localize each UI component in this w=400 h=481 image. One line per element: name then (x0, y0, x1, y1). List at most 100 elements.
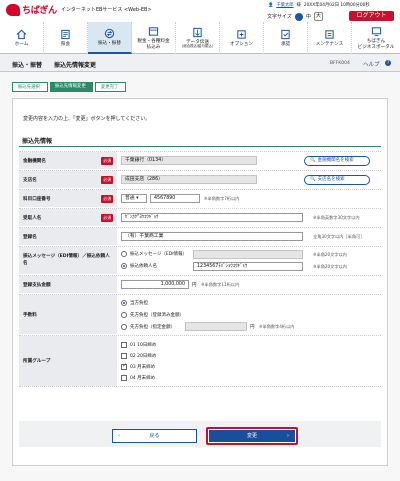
edi-label: 振込メッセージ（EDI情報）／振込依頼人名 (19, 247, 117, 274)
fee-label: 手数料 (19, 295, 117, 334)
help-icon[interactable]: ? (385, 60, 391, 66)
fee-label-text: 手数料 (23, 312, 37, 318)
step-indicator: 振込先選択 振込先情報変更 変更完了 (12, 82, 128, 92)
group-checkbox[interactable] (121, 353, 127, 359)
nav-label: 照会 (60, 41, 71, 47)
nav-data-transfer[interactable]: データ伝送 (総合振込/給与振込) (176, 22, 220, 54)
submit-button[interactable]: 変更 › (206, 427, 298, 445)
amount-input[interactable]: 1,000,000 (121, 280, 189, 289)
chevron-right-icon: › (287, 433, 289, 439)
maintenance-icon (325, 30, 334, 39)
row-fee: 手数料 当方負担 先方負担（登録済み金額） 先方負担（指定金額） 円 ※半角数字… (19, 294, 381, 334)
form-panel: 変更内容を入力の上、「変更」ボタンを押してください。 振込先情報 金融機関名 必須… (12, 98, 388, 466)
app-window: ちばぎん インターネットEBサービス <Web-EB> 👤 千葉太郎 様 20X… (0, 0, 400, 481)
step-2-current: 振込先情報変更 (49, 82, 93, 92)
nav-sublabel: (総合振込/給与振込) (182, 44, 213, 49)
recipient-label: 受取人名 必須 (19, 209, 117, 226)
row-account: 科目口座番号 必須 普通 ▾ 4567890 ※半角数字7桁以内 (19, 189, 381, 207)
branch-field: 成田支店（286） (121, 175, 257, 184)
requester-name-input[interactable]: 1234567ﾁﾊﾞｼｮｳｺｳｷﾞｮｳ (193, 262, 303, 271)
help-link[interactable]: ヘルプ (363, 60, 380, 68)
account-number-input[interactable]: 4567890 (150, 194, 200, 203)
edi-message-input (193, 250, 303, 259)
nav-inquiry[interactable]: 照会 (44, 22, 88, 54)
fee-specified-input (185, 322, 247, 331)
requester-name-label: 振込依頼人名 (130, 264, 157, 269)
row-recipient: 受取人名 必須 ｾﾞﾝｶｸ"ﾖｳｺｳｷﾞｮｳ ※半角英数字30文字以内 (19, 208, 381, 226)
branch-label-text: 支店名 (23, 177, 37, 183)
requester-name-radio[interactable] (121, 263, 127, 269)
fee-note: ※半角数字4桁以内 (259, 324, 295, 329)
reg-name-input[interactable]: （有）千葉商工業 (121, 232, 303, 241)
bank-value-cell: 千葉銀行（0134） 🔍 金融機関名を検索 (117, 152, 381, 169)
reg-name-label: 登録名 (19, 228, 117, 245)
section-title: 振込先情報 (19, 135, 381, 147)
user-name[interactable]: 千葉太郎 (276, 2, 293, 8)
group-checkbox[interactable] (121, 375, 127, 381)
brand-logo[interactable]: ちばぎん インターネットEBサービス <Web-EB> (6, 3, 152, 16)
transfer-icon (104, 28, 115, 38)
row-group: 所属グループ 01 10日締め 02 20日締め 03 月末締め 04 月末締め (19, 335, 381, 387)
row-branch: 支店名 必須 成田支店（286） 🔍 支店名を検索 (19, 170, 381, 188)
bank-search-button[interactable]: 🔍 金融機関名を検索 (304, 156, 370, 166)
required-badge: 必須 (101, 175, 113, 184)
account-type-value: 普通 (125, 196, 135, 201)
branch-label: 支店名 必須 (19, 171, 117, 188)
account-label: 科目口座番号 必須 (19, 190, 117, 207)
back-button[interactable]: ‹ 戻る (112, 429, 197, 443)
font-size-control: 文字サイズ 中 大 (267, 12, 323, 21)
fee-self-radio[interactable] (121, 300, 127, 306)
nav-approve[interactable]: 承認 (264, 22, 308, 54)
nav-label: オプション (230, 41, 253, 47)
edi-message-radio[interactable] (121, 251, 127, 257)
group-label: 所属グループ (19, 336, 117, 386)
nav-label: 税金・各種料金 払込み (137, 39, 170, 50)
group-checkbox[interactable] (121, 342, 127, 348)
submit-button-inner[interactable]: 変更 › (209, 430, 295, 442)
logout-button[interactable]: ログアウト (349, 11, 394, 21)
group-label-2: 02 20日締め (130, 354, 157, 359)
nav-maintenance[interactable]: メンテナンス (308, 22, 352, 54)
nav-option[interactable]: オプション (220, 22, 264, 54)
amount-label: 登録支払金額 (19, 276, 117, 293)
nav-label: ホーム (14, 41, 29, 47)
user-icon: 👤 (268, 2, 274, 8)
font-size-indicator-icon (294, 12, 303, 21)
amount-label-text: 登録支払金額 (23, 282, 51, 288)
inquiry-icon (61, 29, 70, 39)
group-label-1: 01 10日締め (130, 343, 157, 348)
nav-tax[interactable]: 税金・各種料金 払込み (132, 22, 176, 54)
amount-value-cell: 1,000,000 円 ※半角数字11桁以内 (117, 276, 381, 293)
home-icon (16, 29, 27, 40)
fee-specified-radio[interactable] (121, 324, 127, 330)
fee-unit: 円 (250, 325, 255, 330)
top-bar: ちばぎん インターネットEBサービス <Web-EB> 👤 千葉太郎 様 20X… (0, 0, 400, 22)
fee-registered-radio[interactable] (121, 312, 127, 318)
chevron-down-icon: ▾ (136, 196, 139, 201)
button-bar: ‹ 戻る 変更 › (19, 421, 381, 447)
group-label-3: 03 月末締め (130, 365, 156, 370)
nav-label: メンテナンス (315, 41, 344, 47)
required-badge: 必須 (101, 213, 113, 222)
bank-field: 千葉銀行（0134） (121, 156, 257, 165)
step-3: 変更完了 (94, 82, 127, 92)
nav-transfer[interactable]: 振込・振替 (88, 22, 132, 54)
account-label-text: 科目口座番号 (23, 196, 51, 202)
group-checkbox[interactable] (121, 362, 127, 370)
row-reg-name: 登録名 （有）千葉商工業 全角30文字以内［半角可］ (19, 227, 381, 245)
brand-name: ちばぎん (22, 6, 57, 16)
recipient-input[interactable]: ｾﾞﾝｶｸ"ﾖｳｺｳｷﾞｮｳ (121, 213, 303, 222)
edi-value-cell: 振込メッセージ（EDI情報） ※半角20文字以内 振込依頼人名 1234567ﾁ… (117, 247, 381, 274)
font-large-button[interactable]: 大 (313, 12, 323, 21)
approve-icon (281, 29, 290, 39)
font-size-label: 文字サイズ (267, 14, 292, 20)
account-type-select[interactable]: 普通 ▾ (121, 194, 147, 203)
nav-portal[interactable]: ちばぎん ビジネスポータル (352, 22, 400, 54)
font-medium-button[interactable]: 中 (306, 13, 311, 20)
branch-search-button[interactable]: 🔍 支店名を検索 (304, 175, 370, 185)
amount-unit: 円 (192, 283, 197, 288)
recipient-label-text: 受取人名 (23, 215, 42, 221)
nav-home[interactable]: ホーム (0, 22, 44, 54)
recipient-value-cell: ｾﾞﾝｶｸ"ﾖｳｺｳｷﾞｮｳ ※半角英数字30文字以内 (117, 209, 381, 226)
search-icon: 🔍 (310, 158, 316, 163)
